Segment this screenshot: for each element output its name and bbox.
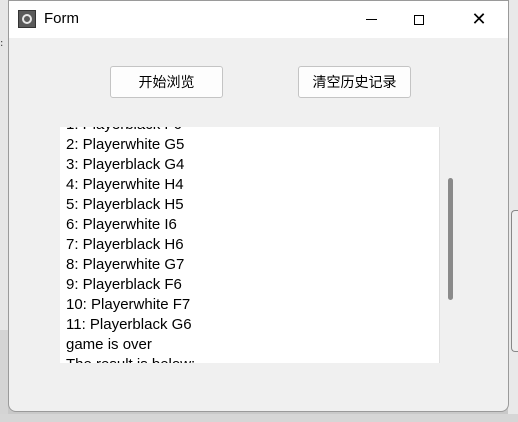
log-line: 1: Playerblack F6	[66, 127, 195, 135]
game-log-lines: 1: Playerblack F62: Playerwhite G5 3: Pla…	[66, 127, 195, 363]
desktop-background-bottom	[0, 414, 518, 422]
log-line: The result is below:	[66, 355, 195, 363]
maximize-icon	[414, 14, 424, 25]
window-title: Form	[44, 10, 79, 27]
log-line: 11: Playerblack G6	[66, 316, 192, 333]
scrollbar-thumb[interactable]	[448, 178, 453, 300]
maximize-button[interactable]	[396, 1, 442, 38]
log-line: 5: Playerblack H5	[66, 196, 184, 213]
close-icon: ✕	[471, 8, 487, 30]
log-line: 7: Playerblack H6	[66, 236, 184, 253]
desktop-background-left-lower	[0, 330, 8, 422]
minimize-button[interactable]	[348, 1, 394, 38]
log-line: 2: Playerwhite G5	[66, 136, 185, 153]
close-button[interactable]: ✕	[456, 1, 502, 38]
log-line: game is over	[66, 336, 152, 353]
minimize-icon	[365, 19, 377, 20]
desktop-background-dots: :	[0, 38, 4, 49]
background-window-edge	[511, 210, 518, 352]
go-board-icon[interactable]	[18, 10, 36, 28]
title-bar[interactable]: Form ✕	[9, 1, 508, 38]
log-line: 10: Playerwhite F7	[66, 296, 191, 313]
vertical-scrollbar[interactable]	[439, 127, 460, 363]
start-browse-button[interactable]: 开始浏览	[110, 66, 223, 98]
log-line: 6: Playerwhite I6	[66, 216, 177, 233]
log-line: 3: Playerblack G4	[66, 156, 185, 173]
log-line: 8: Playerwhite G7	[66, 256, 185, 273]
form-window: Form ✕ 开始浏览 清空历史记录 1: Playerblack F62: P…	[8, 0, 509, 412]
clear-history-button[interactable]: 清空历史记录	[298, 66, 411, 98]
game-log-textbox[interactable]: 1: Playerblack F62: Playerwhite G5 3: Pla…	[60, 127, 460, 363]
log-line: 9: Playerblack F6	[66, 276, 182, 293]
log-line: 4: Playerwhite H4	[66, 176, 184, 193]
